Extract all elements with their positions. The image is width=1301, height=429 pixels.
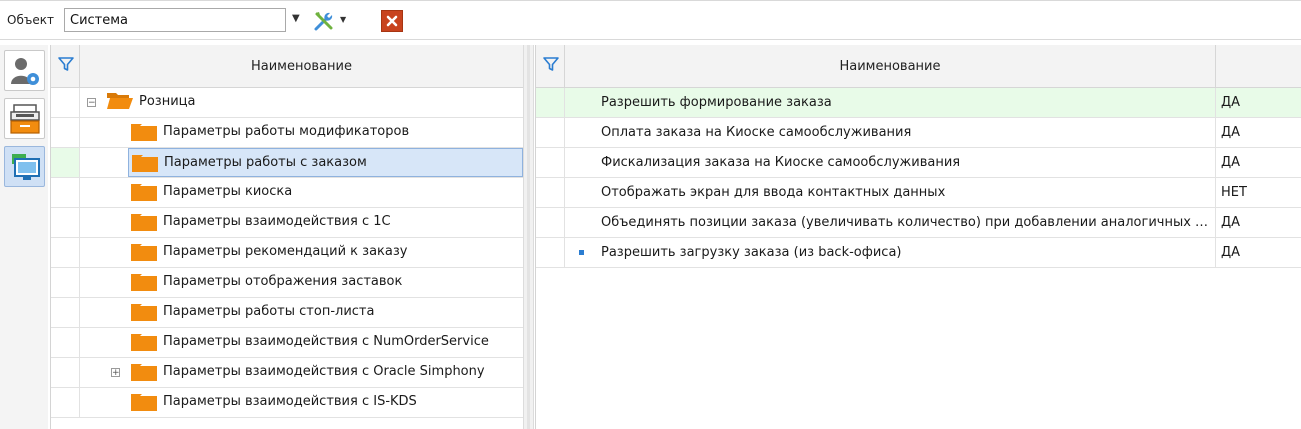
parameter-value: НЕТ: [1221, 185, 1247, 200]
tools-icon[interactable]: [313, 10, 335, 32]
tree-item[interactable]: Параметры взаимодействия с NumOrderServi…: [128, 328, 523, 357]
tree-item-label: Параметры киоска: [163, 184, 293, 199]
folder-icon: [132, 155, 158, 172]
tree-item-label: Розница: [139, 94, 196, 109]
grid-header-name: Наименование: [839, 59, 941, 74]
tree-header-name: Наименование: [250, 59, 353, 74]
tree-item-label: Параметры отображения заставок: [163, 274, 403, 289]
tree-item-label: Параметры работы с заказом: [164, 155, 367, 170]
folder-icon: [131, 394, 157, 411]
parameter-row[interactable]: Разрешить загрузку заказа (из back-офиса…: [536, 238, 1301, 268]
tree-row: Параметры работы стоп-листа: [51, 298, 523, 328]
tree-row: Параметры рекомендаций к заказу: [51, 238, 523, 268]
tree-filter-button[interactable]: [51, 45, 80, 87]
folder-icon: [131, 364, 157, 381]
filter-icon: [543, 57, 559, 71]
filter-icon: [58, 57, 74, 71]
parameter-row[interactable]: Оплата заказа на Киоске самообслуживания…: [536, 118, 1301, 148]
tree-item-label: Параметры рекомендаций к заказу: [163, 244, 408, 259]
parameter-row[interactable]: Фискализация заказа на Киоске самообслуж…: [536, 148, 1301, 178]
parameter-name: Объединять позиции заказа (увеличивать к…: [601, 215, 1213, 230]
tree-item[interactable]: Параметры работы с заказом: [128, 148, 523, 177]
tree-item-label: Параметры работы модификаторов: [163, 124, 410, 139]
tree-item-label: Параметры взаимодействия с NumOrderServi…: [163, 334, 489, 349]
tree-item[interactable]: Параметры отображения заставок: [128, 268, 523, 297]
tree-item-root[interactable]: − Розница: [87, 88, 523, 117]
tree-row: Параметры отображения заставок: [51, 268, 523, 298]
user-settings-icon: [11, 58, 39, 85]
user-settings-button[interactable]: [4, 50, 45, 91]
parameter-name: Разрешить загрузку заказа (из back-офиса…: [601, 245, 902, 260]
tree-row: Параметры взаимодействия с NumOrderServi…: [51, 328, 523, 358]
close-icon: [386, 15, 398, 27]
monitor-button[interactable]: [4, 146, 45, 187]
tree-item[interactable]: Параметры работы стоп-листа: [128, 298, 523, 327]
tree-item-label: Параметры взаимодействия с 1С: [163, 214, 391, 229]
parameter-name: Фискализация заказа на Киоске самообслуж…: [601, 155, 961, 170]
parameter-name: Отображать экран для ввода контактных да…: [601, 185, 946, 200]
folder-icon: [131, 214, 157, 231]
parameter-value: ДА: [1221, 155, 1241, 170]
tree-row: − Розница: [51, 88, 523, 118]
close-button[interactable]: [381, 10, 403, 32]
folder-icon: [131, 304, 157, 321]
tree-row: Параметры работы модификаторов: [51, 118, 523, 148]
parameters-grid-panel: Наименование Разрешить формирование зака…: [535, 45, 1301, 429]
tree-row: + Параметры взаимодействия с Oracle Simph…: [51, 358, 523, 388]
object-label: Объект: [7, 13, 54, 27]
tools-dropdown-arrow-icon[interactable]: ▼: [340, 15, 346, 24]
parameter-row[interactable]: Разрешить формирование заказа ДА: [536, 88, 1301, 118]
tree-item[interactable]: Параметры взаимодействия с IS-KDS: [128, 388, 523, 417]
parameter-value: ДА: [1221, 125, 1241, 140]
tree-item[interactable]: Параметры рекомендаций к заказу: [128, 238, 523, 267]
parameter-value: ДА: [1221, 215, 1241, 230]
tree-row: Параметры работы с заказом: [51, 148, 523, 178]
tree-header: Наименование: [51, 45, 523, 88]
folder-icon: [131, 184, 157, 201]
folder-icon: [131, 274, 157, 291]
parameter-name: Разрешить формирование заказа: [601, 95, 832, 110]
cash-register-icon: [10, 104, 40, 134]
parameter-name: Оплата заказа на Киоске самообслуживания: [601, 125, 912, 140]
grid-filter-button[interactable]: [536, 45, 565, 87]
cash-register-button[interactable]: [4, 98, 45, 139]
tree-row: Параметры киоска: [51, 178, 523, 208]
tree-item-label: Параметры работы стоп-листа: [163, 304, 375, 319]
grid-header: Наименование: [536, 45, 1301, 88]
panel-splitter[interactable]: [523, 45, 534, 429]
parameter-value: ДА: [1221, 245, 1241, 260]
tree-item-label: Параметры взаимодействия с Oracle Simpho…: [163, 364, 485, 379]
folder-open-icon: [107, 92, 133, 109]
tree-item-label: Параметры взаимодействия с IS-KDS: [163, 394, 417, 409]
parameter-value: ДА: [1221, 95, 1241, 110]
parameter-row[interactable]: Объединять позиции заказа (увеличивать к…: [536, 208, 1301, 238]
tree-item[interactable]: Параметры взаимодействия с 1С: [128, 208, 523, 237]
settings-tree-panel: Наименование − Розница Параметры работы мо…: [50, 45, 524, 429]
tree-item[interactable]: + Параметры взаимодействия с Oracle Simph…: [111, 358, 523, 387]
monitor-icon: [12, 154, 40, 180]
expand-toggle-icon[interactable]: +: [111, 368, 120, 378]
folder-icon: [131, 244, 157, 261]
object-dropdown-arrow-icon[interactable]: ▼: [292, 13, 300, 24]
parameter-row[interactable]: Отображать экран для ввода контактных да…: [536, 178, 1301, 208]
toolbar: Объект ▼ ▼: [0, 0, 1301, 40]
folder-icon: [131, 124, 157, 141]
tree-row: Параметры взаимодействия с 1С: [51, 208, 523, 238]
collapse-toggle-icon[interactable]: −: [87, 98, 96, 108]
tree-row: Параметры взаимодействия с IS-KDS: [51, 388, 523, 418]
tree-item[interactable]: Параметры киоска: [128, 178, 523, 207]
row-marker-icon: [579, 250, 584, 255]
folder-icon: [131, 334, 157, 351]
nav-rail: [0, 45, 48, 429]
object-field[interactable]: [64, 8, 286, 32]
tree-item[interactable]: Параметры работы модификаторов: [128, 118, 523, 147]
